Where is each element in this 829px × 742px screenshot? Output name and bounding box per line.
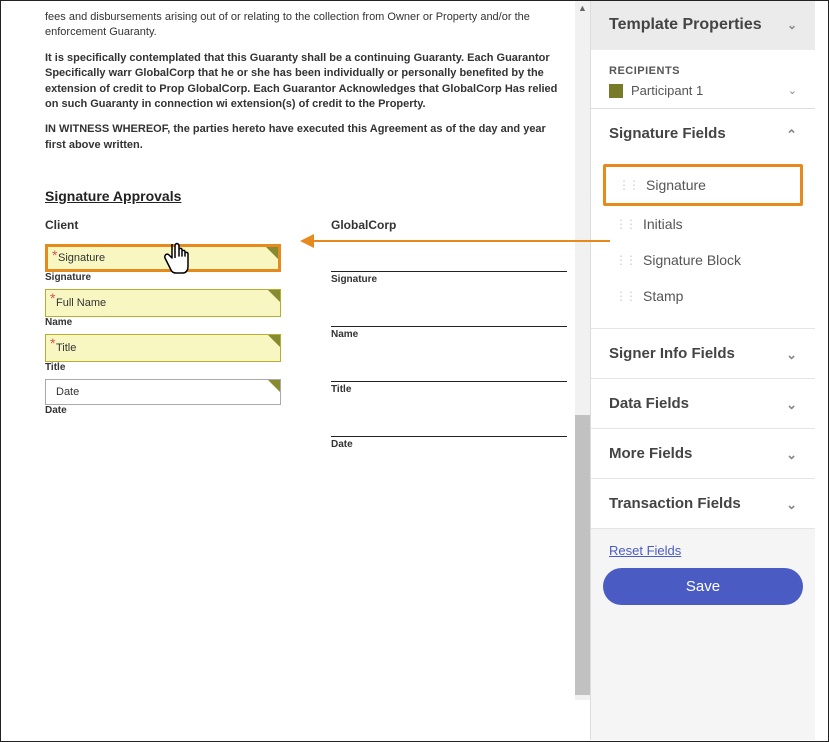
required-icon: * [50,335,55,351]
fullname-field-drop[interactable]: * Full Name [45,289,281,317]
chevron-down-icon: ⌄ [786,397,797,413]
scrollbar[interactable]: ▲ [575,0,590,700]
company-column: GlobalCorp Signature Name Title Date [331,218,567,456]
required-icon: * [50,290,55,306]
corner-icon [268,380,280,392]
recipients-label: RECIPIENTS [609,65,797,77]
name-line [331,299,567,327]
chevron-down-icon: ⌄ [786,347,797,363]
template-properties-header[interactable]: Template Properties ⌄ [591,0,815,50]
required-icon: * [52,247,57,263]
signer-info-header[interactable]: Signer Info Fields ⌄ [591,329,815,378]
paragraph-1: fees and disbursements arising out of or… [45,10,567,41]
save-button[interactable]: Save [603,568,803,605]
sidebar: Template Properties ⌄ RECIPIENTS Partici… [590,0,815,740]
corner-icon [266,247,278,259]
paragraph-2: It is specifically contemplated that thi… [45,51,567,113]
signature-line [331,244,567,272]
field-stamp[interactable]: ⋮⋮ Stamp [603,278,803,314]
drag-handle-icon: ⋮⋮ [615,253,635,267]
date-label: Date [331,439,567,450]
company-header: GlobalCorp [331,218,567,232]
drag-handle-icon: ⋮⋮ [618,178,638,192]
signature-label: Signature [45,272,281,283]
signature-fields-header[interactable]: Signature Fields ⌃ [591,109,815,158]
drag-handle-icon: ⋮⋮ [615,217,635,231]
client-header: Client [45,218,281,232]
date-field-drop[interactable]: Date [45,379,281,405]
more-fields-header[interactable]: More Fields ⌄ [591,429,815,478]
signature-label: Signature [331,274,567,285]
title-line [331,354,567,382]
chevron-down-icon: ⌄ [786,497,797,513]
chevron-down-icon: ⌄ [787,18,797,32]
section-title: Signature Approvals [45,188,567,204]
chevron-down-icon: ⌄ [788,84,797,97]
signature-field-drop[interactable]: * Signature [45,244,281,272]
title-field-drop[interactable]: * Title [45,334,281,362]
corner-icon [268,290,280,302]
name-label: Name [45,317,281,328]
recipient-item[interactable]: Participant 1 ⌄ [609,83,797,98]
client-column: Client * Signature Signature * Full Name… [45,218,281,456]
document-content: fees and disbursements arising out of or… [25,0,587,476]
chevron-up-icon: ⌃ [786,127,797,143]
title-label: Title [331,384,567,395]
date-label: Date [45,405,281,416]
drag-handle-icon: ⋮⋮ [615,289,635,303]
recipients-section: RECIPIENTS Participant 1 ⌄ [591,50,815,109]
paragraph-3: IN WITNESS WHEREOF, the parties hereto h… [45,122,567,153]
scroll-up-icon[interactable]: ▲ [575,0,590,15]
field-signature[interactable]: ⋮⋮ Signature [603,164,803,206]
recipient-color-icon [609,84,623,98]
date-line [331,409,567,437]
name-label: Name [331,329,567,340]
corner-icon [268,335,280,347]
chevron-down-icon: ⌄ [786,447,797,463]
title-label: Title [45,362,281,373]
field-initials[interactable]: ⋮⋮ Initials [603,206,803,242]
field-signature-block[interactable]: ⋮⋮ Signature Block [603,242,803,278]
scroll-thumb[interactable] [575,415,590,695]
data-fields-header[interactable]: Data Fields ⌄ [591,379,815,428]
transaction-fields-header[interactable]: Transaction Fields ⌄ [591,479,815,528]
reset-fields-link[interactable]: Reset Fields [591,529,815,568]
